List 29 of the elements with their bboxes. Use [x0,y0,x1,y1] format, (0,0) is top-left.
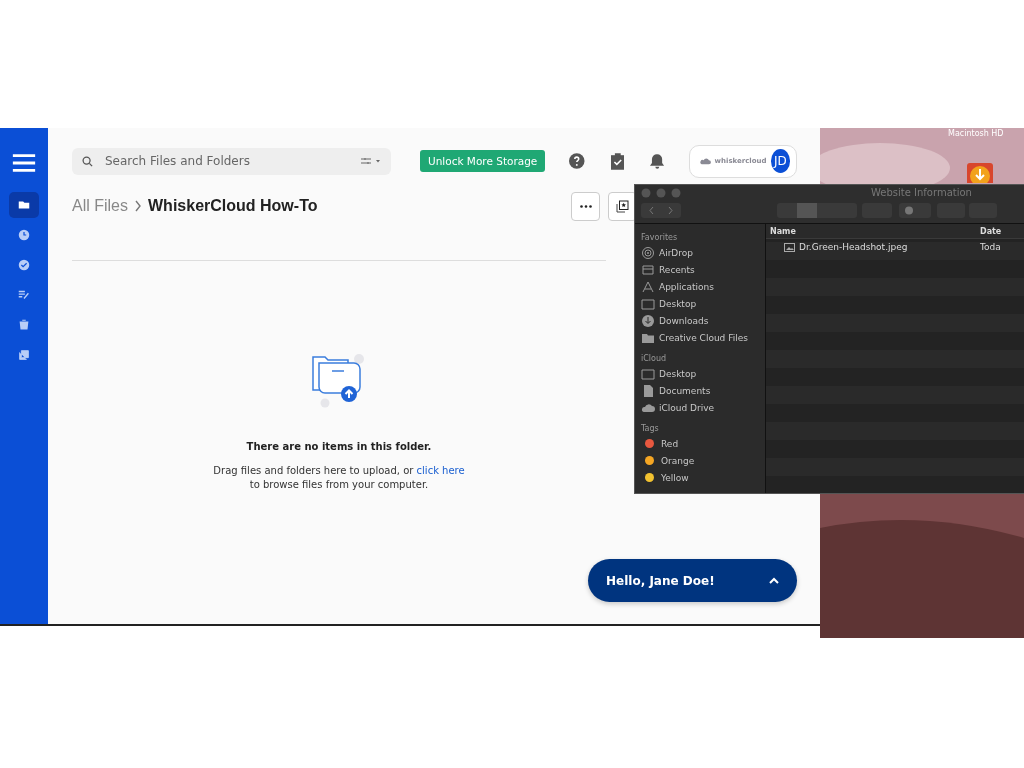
sidebar-item[interactable]: Orange [661,455,695,466]
empty-state-title: There are no items in this folder. [246,441,432,452]
sidebar-item[interactable]: Red [661,438,679,449]
current-folder-title: WhiskerCloud How-To [148,197,318,215]
window-title: Website Information [871,187,972,198]
chat-greeting-bar[interactable]: Hello, Jane Doe! [588,559,797,602]
sidebar-item[interactable]: iCloud Drive [659,402,715,413]
drive-label: Macintosh HD [948,129,1004,138]
search-bar[interactable]: Search Files and Folders [72,147,391,175]
user-avatar[interactable]: JD [770,149,790,173]
empty-state-text: Drag files and folders here to upload, or click here to browse files from your computer. [212,464,466,492]
sidebar-heading: iCloud [641,352,668,365]
sidebar-heading: Tags [641,422,660,435]
sidebar-item[interactable]: Applications [659,281,714,292]
sidebar-item[interactable]: Recents [659,264,695,275]
sidebar-item[interactable]: AirDrop [659,247,693,258]
sidebar-item[interactable]: Desktop [659,368,697,379]
click-here-link[interactable]: click here [416,465,465,476]
file-name[interactable]: Dr.Green-Headshot.jpeg [799,242,980,252]
sidebar-item[interactable]: Creative Cloud Files [659,332,748,343]
sidebar-item[interactable]: Desktop [659,298,697,309]
search-input[interactable]: Search Files and Folders [103,153,351,169]
sidebar-heading: Favorites [641,231,679,244]
column-header[interactable]: Name [770,226,980,236]
sidebar-item[interactable]: Downloads [659,315,709,326]
column-header[interactable]: Date [980,226,1020,236]
sidebar-item[interactable]: Yellow [661,472,689,483]
file-date: Toda [980,242,1002,252]
sidebar-item[interactable]: Documents [659,385,711,396]
